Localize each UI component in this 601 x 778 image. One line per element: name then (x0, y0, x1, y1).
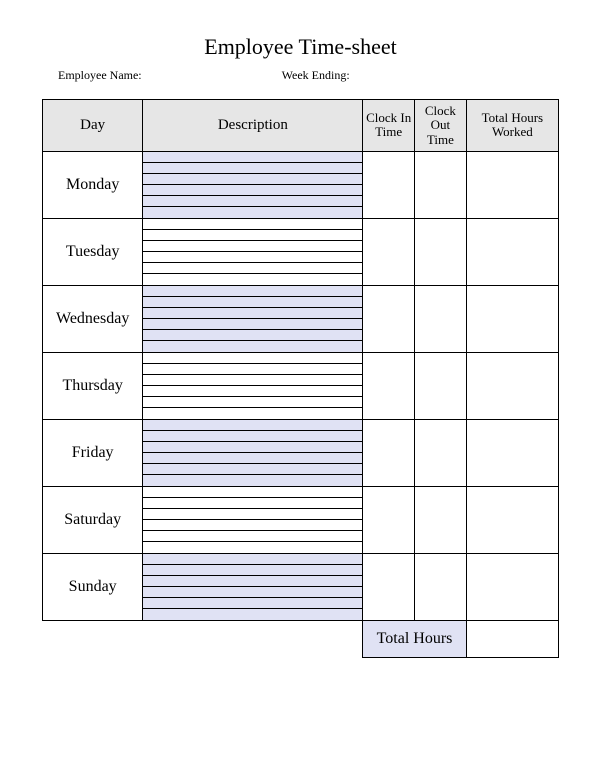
hours-worked-cell[interactable] (466, 486, 558, 553)
day-cell: Friday (43, 419, 143, 486)
day-cell: Tuesday (43, 218, 143, 285)
clock-in-cell[interactable] (363, 419, 415, 486)
description-cell[interactable] (143, 218, 363, 285)
employee-name-label: Employee Name: (58, 68, 142, 83)
header-clock-out: Clock Out Time (415, 100, 467, 152)
clock-out-cell[interactable] (415, 553, 467, 620)
day-cell: Monday (43, 151, 143, 218)
timesheet-table: Day Description Clock In Time Clock Out … (42, 99, 559, 658)
clock-out-cell[interactable] (415, 151, 467, 218)
day-cell: Wednesday (43, 285, 143, 352)
description-cell[interactable] (143, 486, 363, 553)
hours-worked-cell[interactable] (466, 151, 558, 218)
clock-in-cell[interactable] (363, 553, 415, 620)
hours-worked-cell[interactable] (466, 285, 558, 352)
clock-out-cell[interactable] (415, 419, 467, 486)
description-cell[interactable] (143, 419, 363, 486)
header-day: Day (43, 100, 143, 152)
hours-worked-cell[interactable] (466, 218, 558, 285)
clock-in-cell[interactable] (363, 285, 415, 352)
day-cell: Saturday (43, 486, 143, 553)
day-cell: Thursday (43, 352, 143, 419)
clock-in-cell[interactable] (363, 218, 415, 285)
day-cell: Sunday (43, 553, 143, 620)
hours-worked-cell[interactable] (466, 352, 558, 419)
description-cell[interactable] (143, 285, 363, 352)
header-clock-in: Clock In Time (363, 100, 415, 152)
clock-out-cell[interactable] (415, 285, 467, 352)
clock-out-cell[interactable] (415, 352, 467, 419)
clock-out-cell[interactable] (415, 218, 467, 285)
page-title: Employee Time-sheet (42, 34, 559, 60)
total-hours-value[interactable] (466, 620, 558, 657)
header-total-worked: Total Hours Worked (466, 100, 558, 152)
hours-worked-cell[interactable] (466, 419, 558, 486)
description-cell[interactable] (143, 352, 363, 419)
week-ending-label: Week Ending: (282, 68, 350, 83)
clock-out-cell[interactable] (415, 486, 467, 553)
description-cell[interactable] (143, 553, 363, 620)
header-description: Description (143, 100, 363, 152)
clock-in-cell[interactable] (363, 486, 415, 553)
description-cell[interactable] (143, 151, 363, 218)
hours-worked-cell[interactable] (466, 553, 558, 620)
clock-in-cell[interactable] (363, 151, 415, 218)
total-hours-label: Total Hours (363, 620, 466, 657)
clock-in-cell[interactable] (363, 352, 415, 419)
